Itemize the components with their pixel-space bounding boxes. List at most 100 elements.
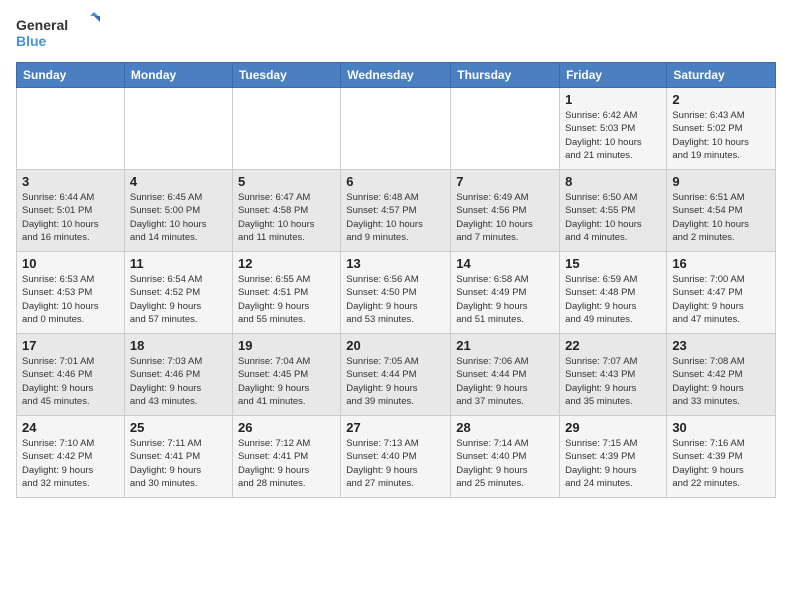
calendar-cell: 11Sunrise: 6:54 AM Sunset: 4:52 PM Dayli… [124, 252, 232, 334]
calendar-cell: 4Sunrise: 6:45 AM Sunset: 5:00 PM Daylig… [124, 170, 232, 252]
day-info: Sunrise: 6:59 AM Sunset: 4:48 PM Dayligh… [565, 273, 661, 326]
day-info: Sunrise: 7:04 AM Sunset: 4:45 PM Dayligh… [238, 355, 335, 408]
calendar-cell: 26 Sunrise: 7:12 AM Sunset: 4:41 PM Dayli… [232, 416, 340, 498]
calendar-cell [232, 88, 340, 170]
calendar-cell: 12 Sunrise: 6:55 AM Sunset: 4:51 PM Dayli… [232, 252, 340, 334]
calendar-cell: 23Sunrise: 7:08 AM Sunset: 4:42 PM Dayli… [667, 334, 776, 416]
calendar-cell: 25 Sunrise: 7:11 AM Sunset: 4:41 PM Dayli… [124, 416, 232, 498]
svg-text:General: General [16, 17, 68, 33]
weekday-header-tuesday: Tuesday [232, 63, 340, 88]
day-info: Sunrise: 7:16 AM Sunset: 4:39 PM Dayligh… [672, 437, 770, 490]
day-info: Sunrise: 6:58 AM Sunset: 4:49 PM Dayligh… [456, 273, 554, 326]
day-number: 17 [22, 338, 119, 353]
day-info: Sunrise: 7:13 AM Sunset: 4:40 PM Dayligh… [346, 437, 445, 490]
day-number: 14 [456, 256, 554, 271]
calendar-cell: 28Sunrise: 7:14 AM Sunset: 4:40 PM Dayli… [451, 416, 560, 498]
calendar-week-4: 17 Sunrise: 7:01 AM Sunset: 4:46 PM Dayli… [17, 334, 776, 416]
day-number: 21 [456, 338, 554, 353]
calendar-cell: 30 Sunrise: 7:16 AM Sunset: 4:39 PM Dayli… [667, 416, 776, 498]
day-info: Sunrise: 7:07 AM Sunset: 4:43 PM Dayligh… [565, 355, 661, 408]
day-number: 9 [672, 174, 770, 189]
day-number: 13 [346, 256, 445, 271]
calendar-cell: 3Sunrise: 6:44 AM Sunset: 5:01 PM Daylig… [17, 170, 125, 252]
calendar-cell [17, 88, 125, 170]
day-info: Sunrise: 6:50 AM Sunset: 4:55 PM Dayligh… [565, 191, 661, 244]
weekday-header-sunday: Sunday [17, 63, 125, 88]
day-number: 23 [672, 338, 770, 353]
day-info: Sunrise: 7:11 AM Sunset: 4:41 PM Dayligh… [130, 437, 227, 490]
weekday-header-friday: Friday [560, 63, 667, 88]
calendar-cell: 2 Sunrise: 6:43 AM Sunset: 5:02 PM Daylig… [667, 88, 776, 170]
day-info: Sunrise: 6:43 AM Sunset: 5:02 PM Dayligh… [672, 109, 770, 162]
day-info: Sunrise: 7:10 AM Sunset: 4:42 PM Dayligh… [22, 437, 119, 490]
calendar-cell: 1 Sunrise: 6:42 AM Sunset: 5:03 PM Daylig… [560, 88, 667, 170]
weekday-header-saturday: Saturday [667, 63, 776, 88]
calendar-cell: 27 Sunrise: 7:13 AM Sunset: 4:40 PM Dayli… [341, 416, 451, 498]
day-number: 12 [238, 256, 335, 271]
day-info: Sunrise: 7:00 AM Sunset: 4:47 PM Dayligh… [672, 273, 770, 326]
day-number: 4 [130, 174, 227, 189]
day-info: Sunrise: 7:06 AM Sunset: 4:44 PM Dayligh… [456, 355, 554, 408]
calendar-cell: 15Sunrise: 6:59 AM Sunset: 4:48 PM Dayli… [560, 252, 667, 334]
calendar-header-row: SundayMondayTuesdayWednesdayThursdayFrid… [17, 63, 776, 88]
calendar-week-1: 1 Sunrise: 6:42 AM Sunset: 5:03 PM Daylig… [17, 88, 776, 170]
logo: General Blue [16, 12, 106, 52]
day-number: 29 [565, 420, 661, 435]
day-number: 7 [456, 174, 554, 189]
day-number: 10 [22, 256, 119, 271]
calendar-cell: 22 Sunrise: 7:07 AM Sunset: 4:43 PM Dayli… [560, 334, 667, 416]
day-number: 5 [238, 174, 335, 189]
calendar-cell: 21 Sunrise: 7:06 AM Sunset: 4:44 PM Dayli… [451, 334, 560, 416]
day-info: Sunrise: 6:56 AM Sunset: 4:50 PM Dayligh… [346, 273, 445, 326]
day-info: Sunrise: 7:12 AM Sunset: 4:41 PM Dayligh… [238, 437, 335, 490]
day-number: 18 [130, 338, 227, 353]
calendar-cell: 6Sunrise: 6:48 AM Sunset: 4:57 PM Daylig… [341, 170, 451, 252]
day-info: Sunrise: 6:42 AM Sunset: 5:03 PM Dayligh… [565, 109, 661, 162]
calendar-week-5: 24 Sunrise: 7:10 AM Sunset: 4:42 PM Dayli… [17, 416, 776, 498]
calendar-cell: 16 Sunrise: 7:00 AM Sunset: 4:47 PM Dayli… [667, 252, 776, 334]
svg-text:Blue: Blue [16, 33, 47, 49]
calendar-cell: 19 Sunrise: 7:04 AM Sunset: 4:45 PM Dayli… [232, 334, 340, 416]
day-number: 30 [672, 420, 770, 435]
day-number: 27 [346, 420, 445, 435]
calendar-week-3: 10 Sunrise: 6:53 AM Sunset: 4:53 PM Dayli… [17, 252, 776, 334]
day-number: 6 [346, 174, 445, 189]
day-number: 1 [565, 92, 661, 107]
day-number: 16 [672, 256, 770, 271]
day-number: 19 [238, 338, 335, 353]
calendar-cell [451, 88, 560, 170]
day-info: Sunrise: 7:05 AM Sunset: 4:44 PM Dayligh… [346, 355, 445, 408]
calendar-week-2: 3Sunrise: 6:44 AM Sunset: 5:01 PM Daylig… [17, 170, 776, 252]
day-info: Sunrise: 6:51 AM Sunset: 4:54 PM Dayligh… [672, 191, 770, 244]
day-info: Sunrise: 6:49 AM Sunset: 4:56 PM Dayligh… [456, 191, 554, 244]
day-number: 25 [130, 420, 227, 435]
day-info: Sunrise: 6:47 AM Sunset: 4:58 PM Dayligh… [238, 191, 335, 244]
calendar: SundayMondayTuesdayWednesdayThursdayFrid… [16, 62, 776, 498]
day-number: 28 [456, 420, 554, 435]
calendar-cell: 10 Sunrise: 6:53 AM Sunset: 4:53 PM Dayli… [17, 252, 125, 334]
weekday-header-thursday: Thursday [451, 63, 560, 88]
day-number: 2 [672, 92, 770, 107]
calendar-cell: 20 Sunrise: 7:05 AM Sunset: 4:44 PM Dayli… [341, 334, 451, 416]
day-info: Sunrise: 7:01 AM Sunset: 4:46 PM Dayligh… [22, 355, 119, 408]
calendar-cell: 7 Sunrise: 6:49 AM Sunset: 4:56 PM Daylig… [451, 170, 560, 252]
calendar-cell: 9 Sunrise: 6:51 AM Sunset: 4:54 PM Daylig… [667, 170, 776, 252]
calendar-cell: 24 Sunrise: 7:10 AM Sunset: 4:42 PM Dayli… [17, 416, 125, 498]
day-number: 20 [346, 338, 445, 353]
calendar-cell: 17 Sunrise: 7:01 AM Sunset: 4:46 PM Dayli… [17, 334, 125, 416]
day-number: 24 [22, 420, 119, 435]
day-info: Sunrise: 6:54 AM Sunset: 4:52 PM Dayligh… [130, 273, 227, 326]
day-number: 8 [565, 174, 661, 189]
calendar-cell [124, 88, 232, 170]
header: General Blue [16, 12, 776, 52]
day-number: 26 [238, 420, 335, 435]
calendar-cell: 29 Sunrise: 7:15 AM Sunset: 4:39 PM Dayli… [560, 416, 667, 498]
logo-svg: General Blue [16, 12, 106, 52]
calendar-cell: 5 Sunrise: 6:47 AM Sunset: 4:58 PM Daylig… [232, 170, 340, 252]
day-number: 22 [565, 338, 661, 353]
calendar-cell: 14 Sunrise: 6:58 AM Sunset: 4:49 PM Dayli… [451, 252, 560, 334]
day-info: Sunrise: 6:55 AM Sunset: 4:51 PM Dayligh… [238, 273, 335, 326]
day-info: Sunrise: 6:53 AM Sunset: 4:53 PM Dayligh… [22, 273, 119, 326]
day-info: Sunrise: 7:15 AM Sunset: 4:39 PM Dayligh… [565, 437, 661, 490]
calendar-cell [341, 88, 451, 170]
